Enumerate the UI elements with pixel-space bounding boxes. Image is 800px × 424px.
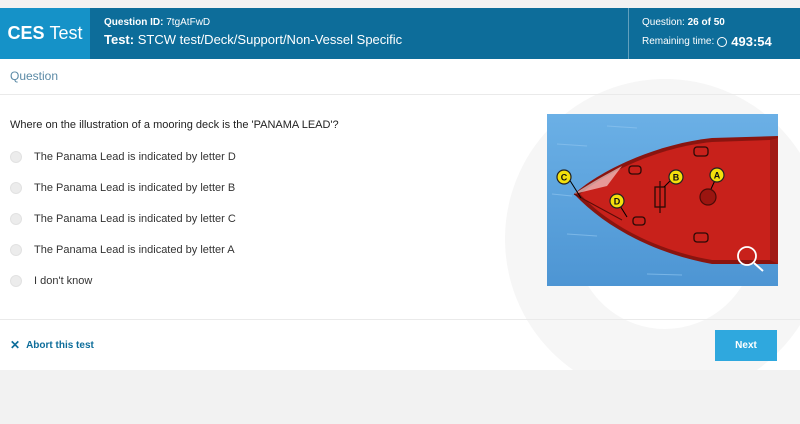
answer-option[interactable]: The Panama Lead is indicated by letter B: [10, 182, 235, 194]
question-id-label: Question ID:: [104, 17, 164, 28]
marker-a-label: A: [714, 171, 721, 181]
marker-a: A: [709, 167, 725, 183]
divider: [0, 319, 800, 320]
top-header: CES Test Question ID: 7tgAtFwD Test: STC…: [0, 8, 800, 59]
remaining-time-label: Remaining time:: [642, 36, 715, 47]
radio-button[interactable]: [10, 151, 22, 163]
question-meta: Question ID: 7tgAtFwD Test: STCW test/De…: [104, 17, 402, 47]
marker-d-label: D: [614, 197, 621, 207]
remaining-time-value: 493:54: [731, 34, 772, 49]
capstan: [699, 188, 717, 206]
test-label: Test:: [104, 32, 135, 47]
close-icon: ✕: [10, 338, 21, 352]
header-divider: [628, 8, 629, 59]
question-text: Where on the illustration of a mooring d…: [10, 119, 339, 131]
test-name-line: Test: STCW test/Deck/Support/Non-Vessel …: [104, 32, 402, 47]
marker-b-label: B: [673, 173, 680, 183]
logo-bold-text: CES: [7, 23, 45, 43]
question-counter-label: Question:: [642, 17, 685, 28]
answer-option-label: The Panama Lead is indicated by letter C: [34, 213, 236, 225]
test-name: STCW test/Deck/Support/Non-Vessel Specif…: [137, 32, 403, 47]
marker-c-label: C: [561, 173, 568, 183]
mooring-deck-illustration[interactable]: C B A D: [547, 114, 778, 286]
question-id-value: 7tgAtFwD: [166, 17, 211, 28]
divider: [0, 94, 800, 95]
radio-button[interactable]: [10, 244, 22, 256]
section-label: Question: [10, 69, 59, 83]
radio-button[interactable]: [10, 275, 22, 287]
ces-test-logo: CES Test: [0, 8, 90, 59]
marker-b: B: [668, 169, 684, 185]
logo-regular-text: Test: [49, 23, 83, 43]
question-counter: Question: 26 of 50: [642, 17, 725, 28]
abort-test-label: Abort this test: [26, 339, 94, 351]
marker-d: D: [609, 193, 625, 209]
deck-side: [770, 138, 778, 264]
answer-option[interactable]: The Panama Lead is indicated by letter D: [10, 151, 236, 163]
mooring-deck-svg: C B A D: [547, 114, 778, 286]
abort-test-link[interactable]: ✕ Abort this test: [10, 338, 94, 352]
question-id-line: Question ID: 7tgAtFwD: [104, 17, 402, 28]
marker-c: C: [556, 169, 572, 185]
answer-option[interactable]: I don't know: [10, 275, 92, 287]
answer-option[interactable]: The Panama Lead is indicated by letter C: [10, 213, 236, 225]
clock-icon: [717, 36, 728, 47]
question-card: Question Where on the illustration of a …: [0, 59, 800, 370]
radio-button[interactable]: [10, 182, 22, 194]
answer-option-label: The Panama Lead is indicated by letter A: [34, 244, 235, 256]
answer-option-label: The Panama Lead is indicated by letter D: [34, 151, 236, 163]
remaining-time: Remaining time: 493:54: [642, 34, 772, 49]
answer-option-label: The Panama Lead is indicated by letter B: [34, 182, 236, 194]
question-counter-value: 26 of 50: [687, 17, 725, 28]
radio-button[interactable]: [10, 213, 22, 225]
next-button[interactable]: Next: [715, 330, 777, 361]
answer-option-label: I don't know: [34, 275, 93, 287]
answer-option[interactable]: The Panama Lead is indicated by letter A: [10, 244, 235, 256]
